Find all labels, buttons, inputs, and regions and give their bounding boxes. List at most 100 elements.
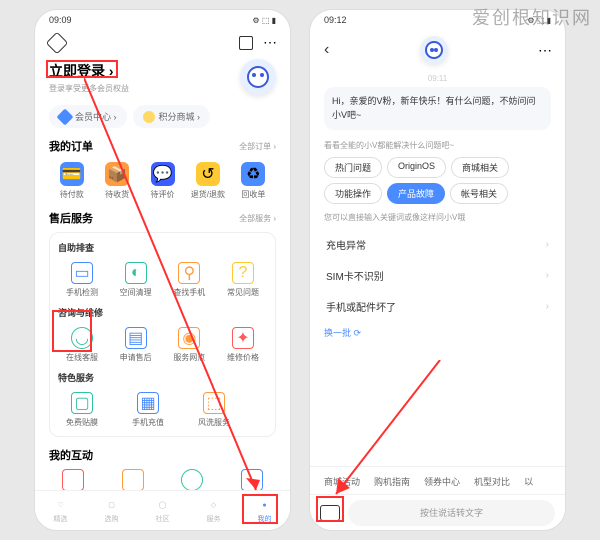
interact-3[interactable] [168,469,216,491]
location-icon: ◉ [178,327,200,349]
login-section: 立即登录 › 登录享受更多会员权益 [35,59,290,95]
login-subtitle: 登录享受更多会员权益 [49,83,129,94]
status-time: 09:09 [49,15,72,25]
member-center-pill[interactable]: 会员中心 › [49,105,127,128]
cart-icon[interactable] [239,36,253,50]
repair-price[interactable]: ✦维修价格 [219,327,267,363]
avatar[interactable] [240,59,276,95]
badge-icon [241,469,263,491]
input-bar: 按住说话转文字 [310,494,565,530]
more-icon[interactable]: ⋯ [538,42,551,59]
wrench-icon: ✦ [232,327,254,349]
nav-shop[interactable]: ▢选购 [104,497,120,524]
interact-2[interactable] [109,469,157,491]
voice-input[interactable]: 按住说话转文字 [348,500,555,526]
hint-1: 看看全能的小V都能解决什么问题吧~ [324,140,551,151]
chevron-right-icon: › [546,270,549,281]
chip-account[interactable]: 帐号相关 [450,183,508,204]
question-charge[interactable]: 充电异常› [324,229,551,260]
login-button[interactable]: 立即登录 › [49,61,129,81]
people-icon: ◯ [155,497,171,513]
tag-activity[interactable]: 商城活动 [324,475,360,488]
all-services-link[interactable]: 全部服务 › [239,213,276,224]
order-pending-ship[interactable]: 📦待收货 [94,162,139,200]
order-refund[interactable]: ↺退货/退款 [185,162,230,200]
bag-icon: ▢ [104,497,120,513]
tag-guide[interactable]: 购机指南 [374,475,410,488]
star-icon [122,469,144,491]
special-title: 特色服务 [58,371,267,384]
find-phone[interactable]: ⚲查找手机 [165,262,213,298]
back-button[interactable]: ‹ [324,41,329,59]
chip-hot[interactable]: 热门问题 [324,157,382,178]
interact-4[interactable] [228,469,276,491]
shield-icon: ◇ [206,497,222,513]
phone-icon: ▭ [71,262,93,284]
service-point[interactable]: ◉服务网点 [165,327,213,363]
nav-mine[interactable]: ●我的 [257,497,273,524]
hint-2: 您可以直接输入关键词或像这样问小V哦 [324,212,551,223]
chat-header: ‹ ⋯ [310,30,565,70]
left-phone: 09:09 ⚙ ⬚ ▮ ⋯ 立即登录 › 登录享受更多会员权益 会员中心 › 积… [35,10,290,530]
chip-mall[interactable]: 商城相关 [451,157,509,178]
chip-function[interactable]: 功能操作 [324,183,382,204]
coin-icon [143,111,155,123]
nav-featured[interactable]: ♡精选 [53,497,69,524]
search-icon: ⚲ [178,262,200,284]
apply-after[interactable]: ▤申请售后 [112,327,160,363]
headset-icon: ◡ [71,327,93,349]
wallet-icon: 💳 [60,162,84,186]
order-pending-pay[interactable]: 💳待付款 [49,162,94,200]
person-icon: ● [257,497,273,513]
status-bar: 09:09 ⚙ ⬚ ▮ [35,10,290,30]
chip-fault[interactable]: 产品故障 [387,183,445,204]
right-phone: 09:12 ⚙ ⬚ ▮ ‹ ⋯ 09:11 Hi，亲爱的V粉，新年快乐！有什么问… [310,10,565,530]
interact-title: 我的互动 [49,447,93,463]
consult-title: 咨询与维修 [58,306,267,319]
faq[interactable]: ?常见问题 [219,262,267,298]
order-pending-review[interactable]: 💬待评价 [140,162,185,200]
orders-title: 我的订单 [49,138,93,154]
recycle-icon: ♻ [241,162,265,186]
heart-icon: ♡ [53,497,69,513]
all-orders-link[interactable]: 全部订单 › [239,141,276,152]
nav-service[interactable]: ◇服务 [206,497,222,524]
refund-icon: ↺ [196,162,220,186]
settings-icon[interactable] [46,31,69,54]
status-icons: ⚙ ⬚ ▮ [527,16,551,25]
question-sim[interactable]: SIM卡不识别› [324,260,551,291]
chip-originos[interactable]: OriginOS [387,157,446,178]
wash-service[interactable]: ⬚风洗服务 [190,392,238,428]
free-film[interactable]: ▢免费贴膜 [58,392,106,428]
tag-coupon[interactable]: 领券中心 [424,475,460,488]
more-icon[interactable]: ⋯ [263,34,276,51]
phone-check[interactable]: ▭手机检测 [58,262,106,298]
interact-1[interactable] [49,469,97,491]
quick-tags: 商城活动 购机指南 领券中心 机型对比 以 [310,466,565,494]
online-service[interactable]: ◡在线客服 [58,327,106,363]
status-icons: ⚙ ⬚ ▮ [252,16,276,25]
bottom-nav: ♡精选 ▢选购 ◯社区 ◇服务 ●我的 [35,490,290,530]
nav-community[interactable]: ◯社区 [155,497,171,524]
tag-more[interactable]: 以 [524,475,533,488]
refresh-button[interactable]: 换一批 ⟳ [324,326,551,339]
points-mall-pill[interactable]: 积分商城 › [133,105,211,128]
chevron-right-icon: › [546,301,549,312]
greeting-bubble: Hi，亲爱的V粉，新年快乐！有什么问题，不妨问问小V吧~ [324,87,551,130]
status-bar: 09:12 ⚙ ⬚ ▮ [310,10,565,30]
question-icon: ? [232,262,254,284]
tag-compare[interactable]: 机型对比 [474,475,510,488]
status-time: 09:12 [324,15,347,25]
box-icon: 📦 [105,162,129,186]
space-clean[interactable]: ◐空间清理 [112,262,160,298]
film-icon: ▢ [71,392,93,414]
form-icon: ▤ [125,327,147,349]
question-broken[interactable]: 手机或配件坏了› [324,291,551,322]
circle-icon [181,469,203,491]
self-check-title: 自助排查 [58,241,267,254]
order-recycle[interactable]: ♻回收单 [231,162,276,200]
keyboard-icon[interactable] [320,505,340,521]
after-title: 售后服务 [49,210,93,226]
recharge-icon: ▦ [137,392,159,414]
phone-recharge[interactable]: ▦手机充值 [124,392,172,428]
